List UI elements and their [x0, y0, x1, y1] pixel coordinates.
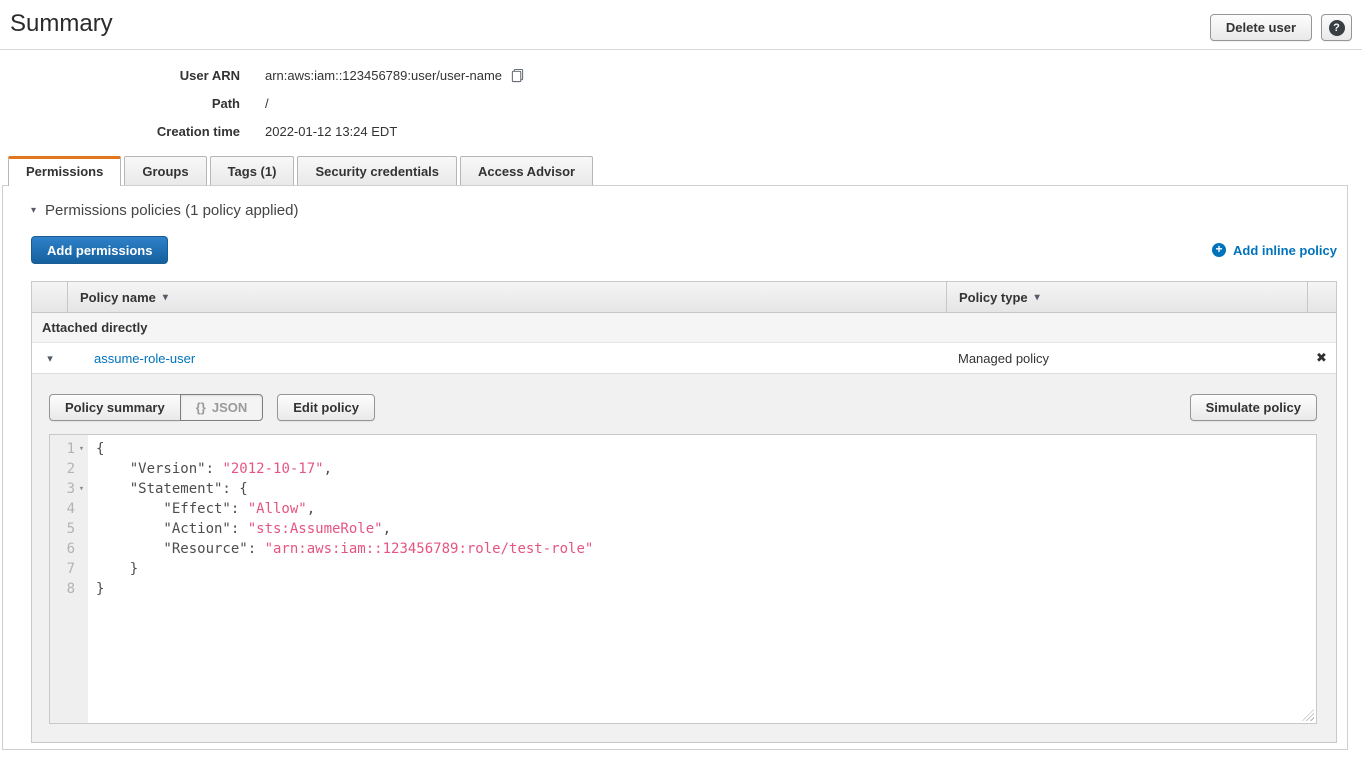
page-header: Summary Delete user ?	[0, 0, 1362, 38]
tab-security-credentials[interactable]: Security credentials	[297, 156, 457, 185]
gutter-line: 7	[50, 559, 88, 579]
attached-directly-label: Attached directly	[32, 320, 147, 335]
fold-caret-icon[interactable]: ▾	[75, 479, 88, 499]
policy-expanded-view: Policy summary {} JSON Edit policy Simul…	[32, 373, 1336, 742]
tab-permissions[interactable]: Permissions	[8, 156, 121, 186]
plus-icon: +	[1212, 243, 1226, 257]
creation-time-value: 2022-01-12 13:24 EDT	[265, 124, 397, 139]
attached-directly-group-row: Attached directly	[32, 313, 1336, 343]
policy-view-toolbar: Policy summary {} JSON Edit policy Simul…	[49, 394, 1317, 421]
user-details: User ARN arn:aws:iam::123456789:user/use…	[0, 66, 1362, 140]
user-arn-label: User ARN	[0, 68, 240, 83]
detach-policy-button[interactable]: ✖	[1316, 350, 1327, 366]
detail-row-user-arn: User ARN arn:aws:iam::123456789:user/use…	[0, 66, 1362, 84]
policy-row: ▾ assume-role-user Managed policy ✖	[32, 343, 1336, 373]
editor-code: { "Version": "2012-10-17", "Statement": …	[88, 435, 1316, 723]
row-expander-icon[interactable]: ▾	[47, 352, 53, 365]
user-arn-value: arn:aws:iam::123456789:user/user-name	[265, 68, 502, 83]
code-line: }	[96, 579, 1316, 599]
policies-table: Policy name ▾ Policy type ▾ Attached dir…	[31, 281, 1337, 743]
code-line: "Resource": "arn:aws:iam::123456789:role…	[96, 539, 1316, 559]
gutter-line: 4	[50, 499, 88, 519]
path-value: /	[265, 96, 269, 111]
code-line: "Action": "sts:AssumeRole",	[96, 519, 1316, 539]
path-label: Path	[0, 96, 240, 111]
code-line: {	[96, 439, 1316, 459]
code-line: "Version": "2012-10-17",	[96, 459, 1316, 479]
permissions-policies-section-toggle[interactable]: ▾ Permissions policies (1 policy applied…	[31, 202, 1337, 219]
header-expander-cell	[32, 282, 68, 312]
permissions-policies-title: Permissions policies (1 policy applied)	[45, 202, 298, 219]
fold-spacer	[75, 519, 88, 539]
gutter-line: 1▾	[50, 439, 88, 459]
section-caret-icon: ▾	[31, 205, 36, 216]
json-view-button[interactable]: {} JSON	[180, 394, 264, 421]
policy-name-link[interactable]: assume-role-user	[80, 351, 195, 366]
permissions-toolbar: Add permissions + Add inline policy	[31, 236, 1337, 264]
policy-type-value: Managed policy	[958, 351, 1049, 366]
permissions-panel: ▾ Permissions policies (1 policy applied…	[2, 186, 1348, 750]
braces-icon: {}	[196, 400, 206, 415]
detail-row-creation-time: Creation time 2022-01-12 13:24 EDT	[0, 122, 1362, 140]
fold-spacer	[75, 579, 88, 599]
gutter-line: 6	[50, 539, 88, 559]
add-inline-policy-label: Add inline policy	[1233, 243, 1337, 258]
gutter-line: 2	[50, 459, 88, 479]
page-title: Summary	[10, 10, 1352, 38]
header-actions: Delete user ?	[1210, 14, 1352, 41]
tab-bar: Permissions Groups Tags (1) Security cre…	[2, 156, 1348, 186]
tab-region: Permissions Groups Tags (1) Security cre…	[2, 156, 1348, 750]
editor-gutter: 1▾23▾45678	[50, 435, 88, 723]
help-button[interactable]: ?	[1321, 14, 1352, 41]
policy-type-column-header[interactable]: Policy type ▾	[946, 282, 1307, 312]
copy-arn-button[interactable]	[510, 68, 525, 83]
gutter-line: 5	[50, 519, 88, 539]
policy-view-segmented-control: Policy summary {} JSON	[49, 394, 263, 421]
gutter-line: 8	[50, 579, 88, 599]
code-line: }	[96, 559, 1316, 579]
fold-spacer	[75, 459, 88, 479]
policy-summary-button[interactable]: Policy summary	[49, 394, 180, 421]
sort-caret-icon: ▾	[1035, 292, 1040, 303]
fold-spacer	[75, 539, 88, 559]
code-line: "Statement": {	[96, 479, 1316, 499]
fold-spacer	[75, 559, 88, 579]
tab-tags[interactable]: Tags (1)	[210, 156, 295, 185]
header-remove-cell	[1307, 282, 1336, 312]
gutter-line: 3▾	[50, 479, 88, 499]
tab-groups[interactable]: Groups	[124, 156, 206, 185]
tab-access-advisor[interactable]: Access Advisor	[460, 156, 593, 185]
fold-spacer	[75, 499, 88, 519]
fold-caret-icon[interactable]: ▾	[75, 439, 88, 459]
policies-table-header: Policy name ▾ Policy type ▾	[32, 282, 1336, 313]
creation-time-label: Creation time	[0, 124, 240, 139]
simulate-policy-button[interactable]: Simulate policy	[1190, 394, 1317, 421]
help-icon: ?	[1329, 20, 1345, 36]
add-inline-policy-link[interactable]: + Add inline policy	[1212, 243, 1337, 258]
add-permissions-button[interactable]: Add permissions	[31, 236, 168, 264]
detail-row-path: Path /	[0, 94, 1362, 112]
sort-caret-icon: ▾	[163, 292, 168, 303]
policy-json-editor[interactable]: 1▾23▾45678 { "Version": "2012-10-17", "S…	[49, 434, 1317, 724]
copy-icon	[510, 68, 525, 83]
edit-policy-button[interactable]: Edit policy	[277, 394, 375, 421]
code-line: "Effect": "Allow",	[96, 499, 1316, 519]
policy-name-column-header[interactable]: Policy name ▾	[68, 282, 946, 312]
header-divider	[0, 49, 1362, 50]
delete-user-button[interactable]: Delete user	[1210, 14, 1312, 41]
